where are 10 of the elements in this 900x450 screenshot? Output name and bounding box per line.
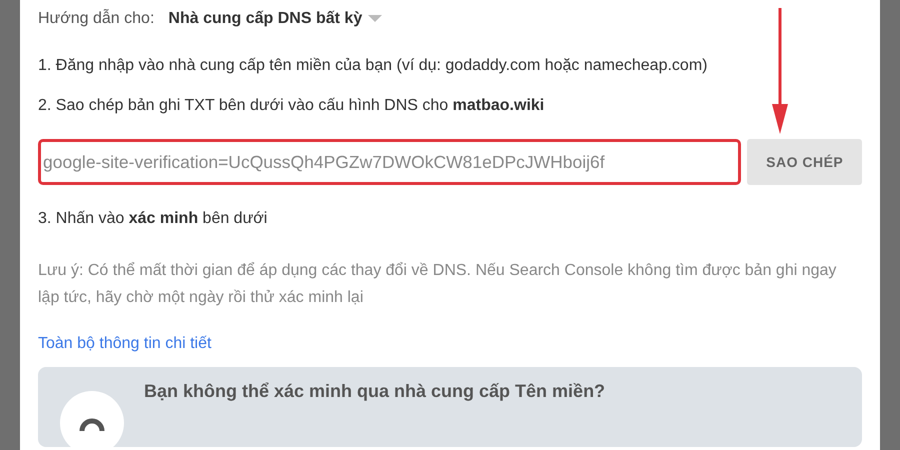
instructions-label: Hướng dẫn cho: bbox=[38, 10, 154, 28]
copy-button[interactable]: SAO CHÉP bbox=[747, 139, 862, 185]
provider-dropdown[interactable]: Nhà cung cấp DNS bất kỳ bbox=[168, 10, 382, 28]
card-title: Bạn không thể xác minh qua nhà cung cấp Tên miền? bbox=[144, 380, 606, 403]
txt-record-field[interactable]: google-site-verification=UcQussQh4PGZw7DWOkCW81eDPcJWHboij6f bbox=[38, 139, 742, 185]
step-text: 2. Sao chép bản ghi TXT bên dưới vào cấu hình DNS cho matbao.wiki bbox=[38, 96, 546, 116]
note-text: Lưu ý: Có thể mất thời gian để áp dụng các thay đổi về DNS. Nếu Search Console không tìm được bản ghi ngay lập tức, hãy chờ một ngày rồi thử xác minh lại bbox=[38, 261, 838, 308]
step-text: 3. Nhấn vào xác minh bên dưới bbox=[38, 209, 268, 229]
step-text: 1. Đăng nhập vào nhà cung cấp tên miền của bạn (ví dụ: godaddy.com hoặc namecheap.com) bbox=[38, 56, 708, 76]
details-link[interactable]: Toàn bộ thông tin chi tiết bbox=[38, 335, 212, 353]
